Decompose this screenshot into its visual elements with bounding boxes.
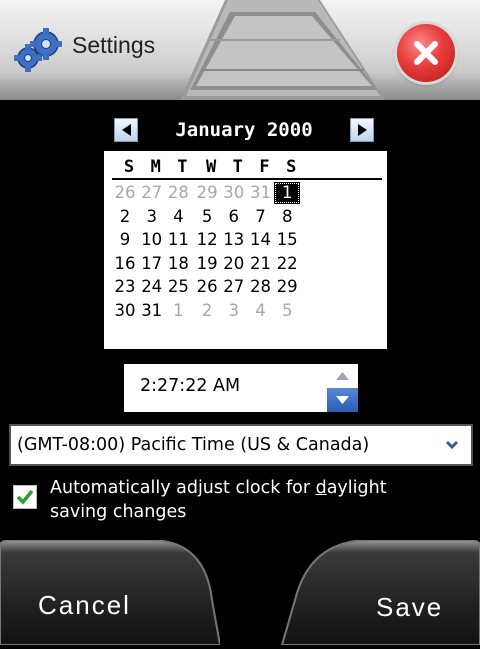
calendar-day[interactable]: 26 bbox=[112, 182, 138, 204]
calendar-day[interactable]: 4 bbox=[248, 300, 274, 322]
calendar-day[interactable]: 26 bbox=[194, 276, 220, 298]
checkmark-icon bbox=[16, 489, 34, 505]
calendar-day[interactable]: 9 bbox=[112, 229, 138, 251]
calendar-day[interactable]: 1 bbox=[274, 182, 301, 204]
title-bar: Settings bbox=[0, 0, 480, 100]
cancel-button-label: Cancel bbox=[38, 590, 131, 620]
save-button[interactable]: Save bbox=[260, 539, 480, 646]
calendar-day[interactable]: 23 bbox=[112, 276, 138, 298]
calendar-day[interactable]: 22 bbox=[274, 253, 300, 275]
timezone-value: (GMT-08:00) Pacific Time (US & Canada) bbox=[17, 435, 370, 455]
chevron-down-icon bbox=[445, 440, 459, 450]
calendar-day[interactable]: 3 bbox=[139, 206, 165, 228]
weekday-label: S bbox=[286, 157, 297, 177]
calendar-day[interactable]: 10 bbox=[139, 229, 165, 251]
month-calendar: SMTWTFS 26 27 28 29 30 31 1 2 3 4 5 6 7 8 9 10 11 12 13 14 1… bbox=[104, 151, 387, 349]
calendar-day[interactable]: 11 bbox=[165, 229, 191, 251]
daylight-label-line2: saving changes bbox=[50, 502, 187, 522]
calendar-day[interactable]: 19 bbox=[194, 253, 220, 275]
weekday-label: F bbox=[259, 157, 270, 177]
time-increment-button[interactable] bbox=[327, 364, 358, 388]
calendar-day[interactable]: 5 bbox=[274, 300, 300, 322]
calendar-day[interactable]: 2 bbox=[112, 206, 138, 228]
weekday-label: S bbox=[123, 157, 135, 177]
calendar-day[interactable]: 29 bbox=[274, 276, 300, 298]
calendar-day[interactable]: 20 bbox=[221, 253, 247, 275]
triangle-right-icon bbox=[358, 124, 367, 136]
calendar-day[interactable]: 2 bbox=[194, 300, 220, 322]
weekday-label: T bbox=[177, 157, 188, 177]
weekday-header-row: SMTWTFS bbox=[112, 157, 382, 180]
weekday-label: T bbox=[232, 157, 243, 177]
weekday-label: M bbox=[150, 157, 161, 177]
close-icon bbox=[414, 41, 438, 65]
calendar-day[interactable]: 6 bbox=[221, 206, 247, 228]
arrow-down-icon bbox=[336, 396, 349, 404]
gears-icon bbox=[14, 28, 62, 72]
calendar-day[interactable]: 5 bbox=[194, 206, 220, 228]
calendar-day[interactable]: 31 bbox=[139, 300, 165, 322]
header-tab-decoration bbox=[180, 0, 385, 100]
calendar-day[interactable]: 14 bbox=[248, 229, 274, 251]
page-title: Settings bbox=[72, 32, 156, 58]
time-field[interactable]: 2:27:22 AM bbox=[124, 364, 358, 412]
daylight-saving-checkbox[interactable] bbox=[13, 485, 37, 509]
calendar-day[interactable]: 18 bbox=[165, 253, 191, 275]
triangle-left-icon bbox=[122, 124, 131, 136]
calendar-day[interactable]: 12 bbox=[194, 229, 220, 251]
time-value[interactable]: 2:27:22 AM bbox=[140, 376, 240, 396]
calendar-day[interactable]: 7 bbox=[248, 206, 274, 228]
time-decrement-button[interactable] bbox=[327, 388, 358, 412]
calendar-day[interactable]: 24 bbox=[139, 276, 165, 298]
calendar-day[interactable]: 29 bbox=[194, 182, 220, 204]
calendar-day[interactable]: 13 bbox=[221, 229, 247, 251]
calendar-day[interactable]: 3 bbox=[221, 300, 247, 322]
calendar-day[interactable]: 8 bbox=[274, 206, 300, 228]
daylight-saving-label[interactable]: Automatically adjust clock for daylight s… bbox=[50, 476, 450, 524]
month-year-label[interactable]: January 2000 bbox=[140, 118, 348, 142]
calendar-day[interactable]: 31 bbox=[248, 182, 274, 204]
calendar-day[interactable]: 27 bbox=[221, 276, 247, 298]
save-button-shape bbox=[280, 539, 480, 646]
previous-month-button[interactable] bbox=[114, 118, 138, 142]
save-button-label: Save bbox=[376, 592, 444, 622]
calendar-day[interactable]: 16 bbox=[112, 253, 138, 275]
calendar-day[interactable]: 28 bbox=[248, 276, 274, 298]
close-button[interactable] bbox=[397, 24, 455, 82]
timezone-dropdown[interactable]: (GMT-08:00) Pacific Time (US & Canada) bbox=[9, 424, 473, 466]
calendar-day[interactable]: 27 bbox=[139, 182, 165, 204]
calendar-day[interactable]: 4 bbox=[165, 206, 191, 228]
calendar-day[interactable]: 28 bbox=[165, 182, 191, 204]
calendar-day[interactable]: 1 bbox=[165, 300, 191, 322]
next-month-button[interactable] bbox=[350, 118, 374, 142]
calendar-day[interactable]: 15 bbox=[274, 229, 300, 251]
daylight-label-post: aylight bbox=[326, 478, 387, 498]
calendar-day[interactable]: 25 bbox=[165, 276, 191, 298]
daylight-label-mnemonic: d bbox=[315, 478, 327, 498]
calendar-day[interactable]: 30 bbox=[112, 300, 138, 322]
calendar-day[interactable]: 17 bbox=[139, 253, 165, 275]
weekday-label: W bbox=[205, 157, 217, 177]
arrow-up-icon bbox=[336, 372, 349, 380]
cancel-button[interactable]: Cancel bbox=[0, 539, 222, 646]
calendar-day[interactable]: 30 bbox=[221, 182, 247, 204]
daylight-label-pre: Automatically adjust clock for bbox=[50, 478, 316, 498]
calendar-day[interactable]: 21 bbox=[248, 253, 274, 275]
